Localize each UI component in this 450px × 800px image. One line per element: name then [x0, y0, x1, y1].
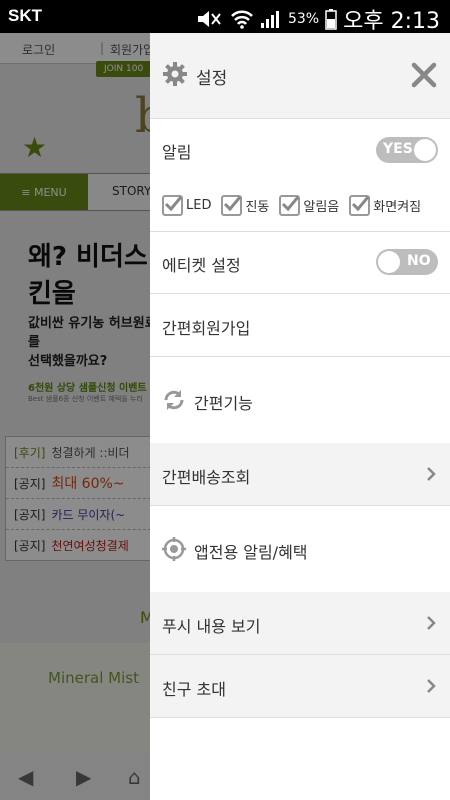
alarm-options-row: LED 진동 알림음 화면켜짐 [150, 179, 450, 232]
easy-signup-label: 간편회원가입 [162, 319, 251, 338]
chevron-right-icon [427, 679, 436, 693]
screen-on-checkbox[interactable]: 화면켜짐 [349, 195, 421, 216]
etiquette-toggle-label: NO [407, 253, 431, 269]
mute-icon [197, 11, 221, 27]
drawer-header: 설정 [150, 33, 450, 119]
checkbox-icon [162, 195, 183, 216]
etiquette-row: 에티켓 설정 NO [150, 232, 450, 294]
easy-functions-label: 간편기능 [194, 394, 253, 413]
app-alarm-label: 앱전용 알림/혜택 [194, 543, 308, 562]
led-checkbox[interactable]: LED [162, 195, 211, 216]
refresh-icon [164, 390, 184, 410]
gear-icon [163, 62, 187, 86]
status-bar: SKT 53% 오후 2:13 [0, 0, 450, 34]
carrier-label: SKT [8, 6, 42, 25]
vibrate-label: 진동 [245, 200, 270, 215]
push-view-row[interactable]: 푸시 내용 보기 [150, 592, 450, 655]
alarm-row: 알림 YES [150, 119, 450, 179]
clock: 오후 2:13 [343, 9, 440, 34]
checkbox-icon [349, 195, 371, 216]
target-icon [162, 537, 186, 561]
checkbox-icon [279, 195, 301, 216]
battery-icon [325, 9, 337, 30]
close-icon[interactable] [410, 61, 438, 89]
led-label: LED [186, 198, 212, 213]
delivery-lookup-row[interactable]: 간편배송조회 [150, 443, 450, 506]
settings-drawer: 설정 알림 YES LED 진동 알림음 화면켜짐 에티켓 설정 NO 간편회원… [150, 33, 450, 800]
easy-functions-row[interactable]: 간편기능 [150, 357, 450, 443]
delivery-lookup-label: 간편배송조회 [162, 468, 251, 487]
sound-checkbox[interactable]: 알림음 [279, 195, 339, 216]
vibrate-checkbox[interactable]: 진동 [221, 195, 269, 216]
toggle-knob [414, 139, 436, 161]
toggle-knob [378, 251, 400, 273]
easy-signup-row[interactable]: 간편회원가입 [150, 294, 450, 357]
etiquette-label: 에티켓 설정 [162, 256, 241, 275]
battery-percent: 53% [287, 11, 320, 27]
drawer-title: 설정 [196, 69, 228, 89]
checkbox-icon [221, 195, 243, 216]
push-view-label: 푸시 내용 보기 [162, 617, 261, 636]
invite-friends-row[interactable]: 친구 초대 [150, 655, 450, 718]
app-alarm-row[interactable]: 앱전용 알림/혜택 [150, 506, 450, 592]
invite-friends-label: 친구 초대 [162, 680, 226, 699]
alarm-toggle[interactable]: YES [376, 137, 438, 163]
alarm-toggle-label: YES [383, 141, 413, 157]
chevron-right-icon [427, 467, 436, 481]
screen-on-label: 화면켜짐 [373, 200, 422, 215]
alarm-options: LED 진동 알림음 화면켜짐 [162, 195, 421, 216]
etiquette-toggle[interactable]: NO [376, 249, 438, 275]
wifi-icon [231, 10, 253, 29]
alarm-label: 알림 [162, 143, 192, 162]
chevron-right-icon [427, 616, 436, 630]
sound-label: 알림음 [303, 200, 340, 215]
signal-icon [260, 11, 279, 28]
